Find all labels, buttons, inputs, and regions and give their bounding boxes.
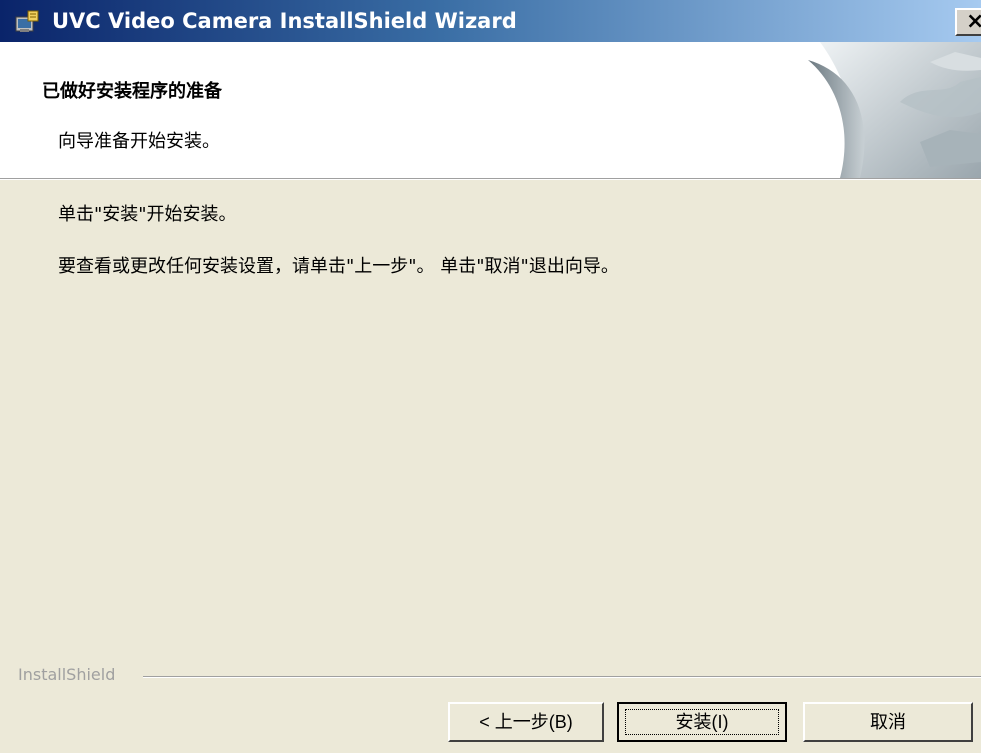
close-button[interactable]: × (955, 8, 981, 36)
wizard-header: 已做好安装程序的准备 向导准备开始安装。 (0, 42, 981, 178)
instruction-line-2: 要查看或更改任何安装设置，请单击"上一步"。 单击"取消"退出向导。 (58, 256, 619, 277)
installshield-brand: InstallShield (18, 665, 116, 684)
install-button[interactable]: 安装(I) (617, 702, 787, 742)
title-bar[interactable]: UVC Video Camera InstallShield Wizard × (0, 0, 981, 42)
installer-window: UVC Video Camera InstallShield Wizard × … (0, 0, 981, 753)
window-title: UVC Video Camera InstallShield Wizard (52, 9, 517, 33)
close-icon: × (966, 9, 981, 34)
instruction-line-1: 单击"安装"开始安装。 (58, 204, 237, 225)
installer-icon (14, 9, 40, 33)
cancel-button-label: 取消 (870, 712, 906, 732)
install-button-label: 安装(I) (675, 712, 729, 732)
back-button-label: < 上一步(B) (479, 712, 573, 732)
header-title: 已做好安装程序的准备 (42, 81, 222, 102)
page-curl-graphic (780, 42, 981, 178)
back-button[interactable]: < 上一步(B) (448, 702, 604, 742)
header-subtitle: 向导准备开始安装。 (58, 131, 220, 152)
footer-divider-highlight (143, 677, 981, 678)
cancel-button[interactable]: 取消 (803, 702, 973, 742)
header-divider-highlight (0, 179, 981, 180)
